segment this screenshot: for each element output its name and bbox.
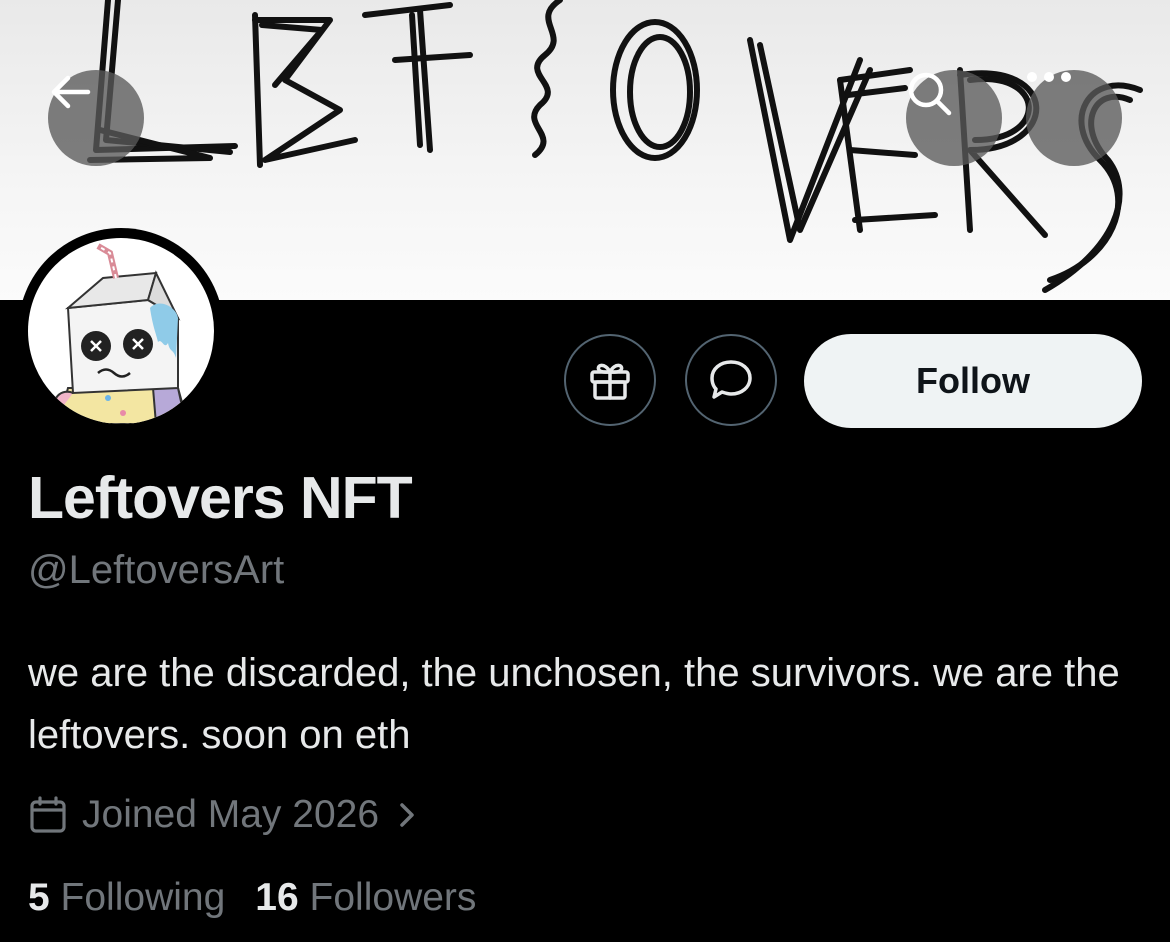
follow-button[interactable]: Follow (804, 334, 1142, 428)
gift-button[interactable] (564, 334, 656, 426)
avatar[interactable] (18, 228, 224, 434)
back-button[interactable] (48, 70, 144, 166)
avatar-milk-carton-image (53, 243, 190, 424)
follow-stats: 5 Following 16 Followers (28, 876, 476, 920)
following-label: Following (60, 876, 226, 919)
search-button[interactable] (906, 70, 1002, 166)
following-count: 5 (28, 876, 50, 919)
following-link[interactable]: 5 Following (28, 876, 225, 920)
chevron-right-icon (397, 800, 417, 830)
calendar-icon (28, 795, 68, 835)
message-button[interactable] (685, 334, 777, 426)
followers-count: 16 (255, 876, 299, 919)
display-name: Leftovers NFT (28, 465, 413, 531)
gift-icon (590, 363, 630, 400)
followers-label: Followers (309, 876, 477, 919)
profile-bio: we are the discarded, the unchosen, the … (28, 651, 1120, 757)
joined-date[interactable]: Joined May 2026 (28, 790, 417, 840)
message-bubble-icon (710, 360, 752, 399)
joined-date-text: Joined May 2026 (82, 793, 380, 836)
more-options-button[interactable] (1026, 70, 1122, 166)
user-handle: @LeftoversArt (28, 548, 285, 592)
followers-link[interactable]: 16 Followers (255, 876, 476, 920)
arrow-left-icon (51, 75, 91, 109)
more-icon (1027, 72, 1071, 82)
search-icon (908, 72, 952, 116)
